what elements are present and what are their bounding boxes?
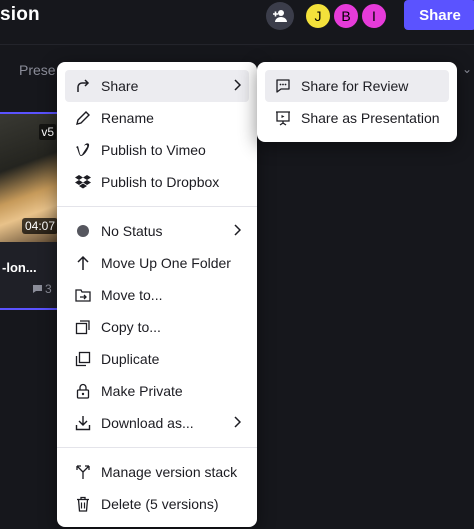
avatar-i[interactable]: I <box>360 2 388 30</box>
menu-item-no-status[interactable]: No Status <box>65 215 249 247</box>
menu-item-label: Manage version stack <box>101 464 238 480</box>
menu-item-label: Rename <box>101 110 154 126</box>
vimeo-icon <box>73 140 93 160</box>
menu-item-label: Make Private <box>101 383 183 399</box>
avatar-initial: I <box>372 8 376 24</box>
add-user-icon <box>272 9 288 23</box>
menu-item-publish-dropbox[interactable]: Publish to Dropbox <box>65 166 249 198</box>
chevron-right-icon <box>233 224 241 236</box>
menu-item-label: Download as... <box>101 415 194 431</box>
menu-divider <box>57 206 257 207</box>
version-stack-icon <box>73 462 93 482</box>
submenu-item-label: Share as Presentation <box>301 110 440 126</box>
submenu-item-share-for-review[interactable]: Share for Review <box>265 70 449 102</box>
menu-item-label: Move Up One Folder <box>101 255 231 271</box>
add-user-button[interactable] <box>266 2 294 30</box>
share-button[interactable]: Share <box>404 0 474 30</box>
duplicate-icon <box>73 349 93 369</box>
menu-item-make-private[interactable]: Make Private <box>65 375 249 407</box>
share-arrow-icon <box>73 76 93 96</box>
menu-item-copy-to[interactable]: Copy to... <box>65 311 249 343</box>
avatar-initial: J <box>314 8 322 24</box>
page-title: sion <box>0 4 40 25</box>
menu-item-share[interactable]: Share <box>65 70 249 102</box>
presentation-icon <box>273 108 293 128</box>
context-menu: Share Rename Publish to Vimeo Publish to… <box>57 62 257 527</box>
presentation-tab[interactable]: Prese <box>19 62 56 78</box>
duration-badge: 04:07 <box>21 218 58 234</box>
menu-item-move-up[interactable]: Move Up One Folder <box>65 247 249 279</box>
chevron-down-icon[interactable]: ⌄ <box>462 62 472 76</box>
chevron-right-icon <box>233 79 241 91</box>
menu-divider <box>57 447 257 448</box>
menu-item-move-to[interactable]: Move to... <box>65 279 249 311</box>
menu-item-label: Move to... <box>101 287 163 303</box>
header-divider <box>0 44 474 45</box>
menu-item-label: Duplicate <box>101 351 160 367</box>
menu-item-rename[interactable]: Rename <box>65 102 249 134</box>
menu-item-delete[interactable]: Delete (5 versions) <box>65 488 249 520</box>
chevron-right-icon <box>233 416 241 428</box>
share-submenu: Share for Review Share as Presentation <box>257 62 457 142</box>
asset-title: -lon... <box>2 260 37 275</box>
menu-item-label: Share <box>101 78 139 94</box>
comment-icon <box>32 284 43 294</box>
menu-item-duplicate[interactable]: Duplicate <box>65 343 249 375</box>
menu-item-label: Publish to Vimeo <box>101 142 206 158</box>
menu-item-manage-version-stack[interactable]: Manage version stack <box>65 456 249 488</box>
version-badge[interactable]: v5 <box>39 124 56 140</box>
asset-card[interactable]: v5 04:07 -lon... 3 <box>0 112 62 310</box>
dropbox-icon <box>73 172 93 192</box>
copy-icon <box>73 317 93 337</box>
submenu-item-label: Share for Review <box>301 78 409 94</box>
trash-icon <box>73 494 93 514</box>
comment-count-value: 3 <box>45 282 52 296</box>
menu-item-label: No Status <box>101 223 163 239</box>
move-folder-icon <box>73 285 93 305</box>
arrow-up-icon <box>73 253 93 273</box>
menu-item-label: Publish to Dropbox <box>101 174 220 190</box>
avatar-j[interactable]: J <box>304 2 332 30</box>
menu-item-publish-vimeo[interactable]: Publish to Vimeo <box>65 134 249 166</box>
menu-item-label: Delete (5 versions) <box>101 496 219 512</box>
comment-review-icon <box>273 76 293 96</box>
avatar-initial: B <box>341 8 351 24</box>
submenu-item-share-as-presentation[interactable]: Share as Presentation <box>265 102 449 134</box>
menu-item-download-as[interactable]: Download as... <box>65 407 249 439</box>
status-dot-icon <box>73 221 93 241</box>
download-icon <box>73 413 93 433</box>
comment-count: 3 <box>32 282 52 296</box>
avatar-b[interactable]: B <box>332 2 360 30</box>
menu-item-label: Copy to... <box>101 319 161 335</box>
lock-icon <box>73 381 93 401</box>
pencil-icon <box>73 108 93 128</box>
top-bar: sion J B I Share <box>0 0 474 32</box>
